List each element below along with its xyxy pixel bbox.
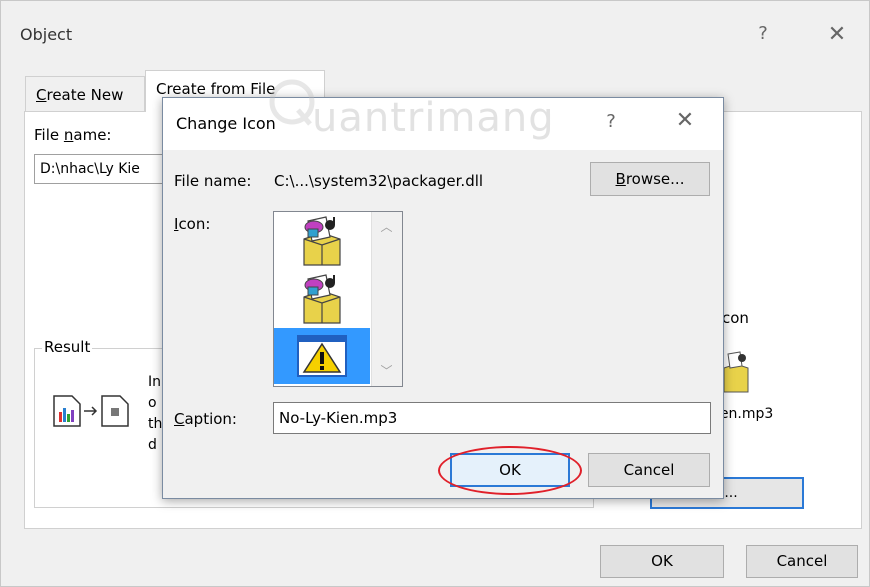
package-icon (303, 216, 341, 266)
icon-list-label: Icon: (174, 215, 210, 233)
icon-option-package-1[interactable] (274, 212, 370, 270)
package-icon (303, 274, 341, 324)
close-button[interactable]: ✕ (822, 22, 852, 47)
button-label-part: rowse... (625, 170, 685, 188)
change-icon-cancel-button[interactable]: Cancel (588, 453, 710, 487)
label-accel: C (174, 410, 185, 428)
scroll-down-icon[interactable]: ﹀ (371, 362, 402, 379)
icon-option-warning-selected[interactable] (274, 328, 370, 384)
change-icon-file-name-value: C:\...\system32\packager.dll (274, 172, 484, 190)
label-part: aption: (184, 410, 237, 428)
ok-button[interactable]: OK (600, 545, 724, 578)
change-icon-title: Change Icon (176, 114, 276, 133)
tab-label-accel: C (36, 86, 47, 104)
watermark-logo-icon (268, 74, 316, 134)
caption-label: Caption: (174, 410, 237, 428)
display-as-icon-label: con (722, 309, 749, 327)
button-label-accel: B (615, 170, 626, 188)
label-part: ame: (73, 126, 112, 144)
result-label: Result (42, 338, 93, 356)
tab-label: reate New (46, 86, 124, 104)
embed-result-icon (52, 394, 142, 432)
package-icon (720, 350, 750, 400)
file-name-label: File name: (34, 126, 111, 144)
caption-input[interactable]: No-Ly-Kien.mp3 (273, 402, 711, 434)
watermark-text: uantrimang (312, 95, 555, 141)
change-icon-help-button[interactable]: ? (596, 111, 626, 132)
label-part: File (34, 126, 64, 144)
icon-caption-preview: ien.mp3 (716, 406, 774, 422)
tab-label: Create from Fi (156, 80, 262, 98)
browse-button[interactable]: Browse... (590, 162, 710, 196)
warning-icon (297, 335, 347, 377)
change-icon-dialog (162, 97, 724, 499)
tab-create-new[interactable]: Create New (25, 76, 145, 112)
result-description: In o th d (148, 374, 162, 453)
ok-highlight-annotation (438, 446, 582, 495)
dialog-title: Object (20, 25, 73, 44)
icon-option-package-2[interactable] (274, 270, 370, 328)
change-icon-file-name-label: File name: (174, 172, 252, 190)
label-accel: n (63, 126, 74, 144)
change-icon-close-button[interactable]: ✕ (670, 108, 700, 133)
cancel-button[interactable]: Cancel (746, 545, 858, 578)
icon-list-scrollbar[interactable] (371, 212, 402, 386)
label-part: con: (178, 215, 211, 233)
scroll-up-icon[interactable]: ︿ (371, 218, 402, 235)
help-button[interactable]: ? (748, 23, 778, 44)
